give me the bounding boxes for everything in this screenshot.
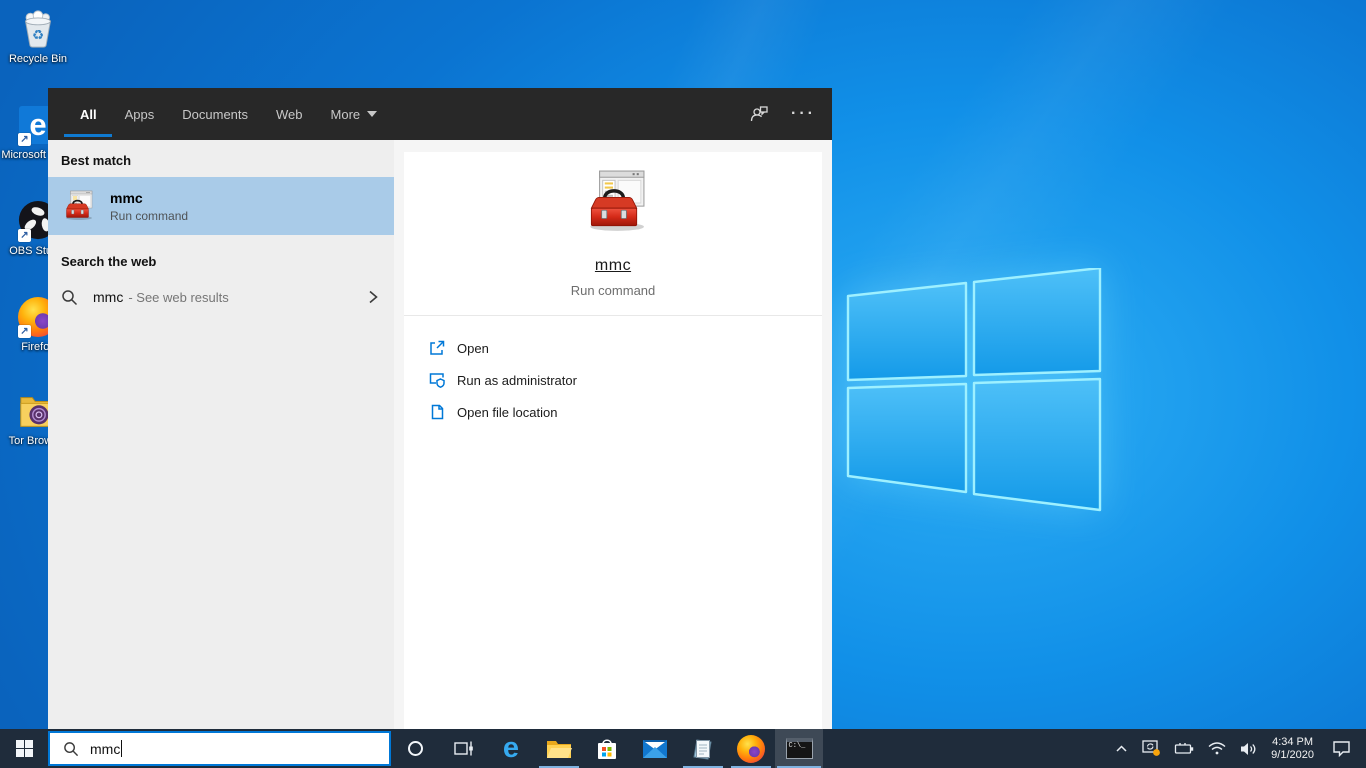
- web-query-text: mmc: [93, 289, 124, 305]
- mmc-toolbox-icon: [588, 169, 646, 233]
- edge-icon: e: [502, 732, 520, 764]
- taskbar-app-file-explorer[interactable]: [535, 729, 583, 768]
- taskbar-app-terminal[interactable]: C:\_: [775, 729, 823, 768]
- shortcut-arrow-icon: ↗: [18, 229, 31, 242]
- task-view-button[interactable]: [439, 729, 487, 768]
- desktop-icon-recycle-bin[interactable]: ♻ Recycle Bin: [0, 8, 76, 66]
- update-status-icon[interactable]: [1135, 729, 1168, 768]
- clock-time: 4:34 PM: [1272, 735, 1314, 748]
- cortana-icon: [407, 741, 423, 756]
- taskbar-app-microsoft-edge[interactable]: e: [487, 729, 535, 768]
- open-file-location-icon: [428, 403, 446, 421]
- action-center-button[interactable]: [1321, 729, 1362, 768]
- taskbar-app-mail[interactable]: [631, 729, 679, 768]
- run-as-admin-icon: [428, 371, 446, 389]
- tab-web[interactable]: Web: [262, 88, 317, 140]
- taskbar-clock[interactable]: 4:34 PM 9/1/2020: [1264, 736, 1321, 762]
- taskbar-app-firefox[interactable]: [727, 729, 775, 768]
- microsoft-store-icon: [598, 738, 616, 759]
- clock-date: 9/1/2020: [1271, 748, 1314, 761]
- result-preview-pane: mmc Run command Open Run as administrato…: [404, 152, 822, 729]
- best-match-header: Best match: [61, 153, 132, 168]
- taskbar-app-microsoft-store[interactable]: [583, 729, 631, 768]
- windows-start-icon: [15, 740, 33, 757]
- tab-documents[interactable]: Documents: [168, 88, 262, 140]
- tab-apps[interactable]: Apps: [111, 88, 169, 140]
- preview-title: mmc: [594, 257, 632, 274]
- web-query-suffix: - See web results: [128, 289, 229, 305]
- action-run-as-administrator[interactable]: Run as administrator: [428, 364, 822, 396]
- windows-logo: [846, 268, 1102, 512]
- open-icon: [428, 339, 446, 357]
- terminal-icon: C:\_: [785, 738, 813, 759]
- cortana-button[interactable]: [391, 729, 439, 768]
- recycle-bin-icon: ♻: [17, 8, 59, 50]
- search-results-list: Best match mmc Run command Search the we…: [48, 140, 394, 729]
- file-explorer-icon: [547, 740, 572, 758]
- taskbar: mmc e C:\_ 4:34 PM 9/1/2020: [0, 729, 1366, 768]
- best-match-result-mmc[interactable]: mmc Run command: [48, 177, 394, 235]
- tab-more[interactable]: More: [317, 88, 392, 140]
- action-label: Run as administrator: [457, 372, 577, 388]
- taskbar-app-notepad[interactable]: [679, 729, 727, 768]
- notepad-icon: [693, 738, 712, 760]
- search-input-value: mmc: [90, 740, 121, 757]
- shortcut-arrow-icon: ↗: [18, 133, 31, 146]
- taskbar-search-box[interactable]: mmc: [48, 731, 391, 766]
- mmc-toolbox-icon: [65, 190, 93, 221]
- hidden-icons-chevron[interactable]: [1108, 729, 1135, 768]
- tab-all[interactable]: All: [66, 88, 111, 140]
- chevron-right-icon[interactable]: [366, 289, 380, 305]
- windows-desktop: ♻ Recycle Bin e ↗ Microsoft Edge ↗ OBS S…: [0, 0, 1366, 768]
- search-filter-bar: All Apps Documents Web More ···: [48, 88, 832, 140]
- action-label: Open file location: [457, 404, 558, 420]
- search-flyout-panel: All Apps Documents Web More ··· Best mat…: [48, 88, 832, 729]
- shortcut-arrow-icon: ↗: [18, 325, 31, 338]
- action-open[interactable]: Open: [428, 332, 822, 364]
- desktop-icon-label: Recycle Bin: [8, 53, 68, 65]
- action-label: Open: [457, 340, 489, 356]
- system-tray: 4:34 PM 9/1/2020: [1108, 729, 1366, 768]
- action-open-file-location[interactable]: Open file location: [428, 396, 822, 428]
- preview-subtitle: Run command: [570, 283, 656, 298]
- search-icon: [62, 289, 78, 305]
- divider: [404, 315, 822, 316]
- result-title: mmc: [110, 189, 143, 206]
- wifi-icon[interactable]: [1201, 729, 1233, 768]
- mail-icon: [643, 740, 667, 758]
- task-view-icon: [453, 741, 473, 756]
- text-caret: [121, 740, 123, 757]
- chevron-down-icon: [367, 111, 378, 117]
- volume-icon[interactable]: [1233, 729, 1264, 768]
- firefox-icon: [737, 734, 765, 763]
- web-search-result-mmc[interactable]: mmc - See web results: [48, 278, 394, 316]
- ellipsis-icon[interactable]: ···: [791, 105, 816, 123]
- feedback-icon[interactable]: [749, 104, 769, 124]
- battery-icon[interactable]: [1168, 729, 1201, 768]
- svg-text:♻: ♻: [32, 28, 44, 43]
- search-the-web-header: Search the web: [61, 254, 157, 269]
- search-icon: [64, 741, 79, 756]
- result-subtitle: Run command: [110, 208, 189, 223]
- start-button[interactable]: [0, 729, 48, 768]
